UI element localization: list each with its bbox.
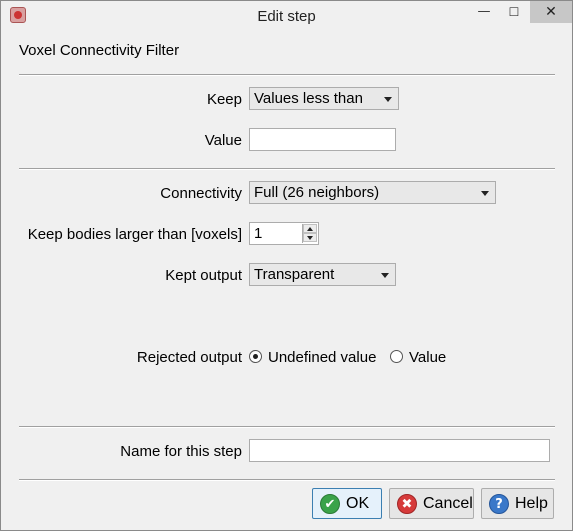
kept-output-label: Kept output: [165, 267, 242, 284]
filter-title: Voxel Connectivity Filter: [19, 42, 180, 59]
separator: [19, 74, 555, 76]
kept-output-select[interactable]: Transparent: [249, 263, 396, 286]
spinner-up-icon[interactable]: [303, 224, 317, 233]
chevron-down-icon: [481, 191, 489, 196]
help-button[interactable]: ? Help: [481, 488, 554, 519]
maximize-button[interactable]: ☐: [501, 1, 527, 23]
check-icon: ✔: [320, 494, 340, 514]
edit-step-dialog: Edit step — ☐ ✕ Voxel Connectivity Filte…: [0, 0, 573, 531]
kept-output-select-value: Transparent: [254, 266, 335, 283]
spinner-down-icon[interactable]: [303, 233, 317, 242]
separator: [19, 168, 555, 170]
title-bar[interactable]: Edit step — ☐ ✕: [1, 1, 572, 32]
chevron-down-icon: [384, 97, 392, 102]
connectivity-select-value: Full (26 neighbors): [254, 184, 380, 201]
radio-value[interactable]: [390, 350, 403, 363]
keep-select[interactable]: Values less than: [249, 87, 399, 110]
cancel-icon: ✖: [397, 494, 417, 514]
min-size-value: 1: [254, 225, 263, 242]
chevron-down-icon: [381, 273, 389, 278]
connectivity-label: Connectivity: [160, 185, 242, 202]
min-size-spinner[interactable]: 1: [249, 222, 319, 245]
step-name-input[interactable]: [249, 439, 550, 462]
radio-value-label[interactable]: Value: [409, 349, 446, 366]
keep-label: Keep: [206, 91, 242, 108]
separator: [19, 479, 555, 481]
cancel-button[interactable]: ✖ Cancel: [389, 488, 474, 519]
close-button[interactable]: ✕: [530, 1, 572, 23]
step-name-label: Name for this step: [120, 443, 242, 460]
minimize-button[interactable]: —: [471, 1, 497, 23]
spinner-buttons: [302, 224, 317, 243]
rejected-output-label: Rejected output: [136, 349, 242, 366]
radio-undefined-value-label[interactable]: Undefined value: [268, 349, 376, 366]
keep-select-value: Values less than: [254, 90, 363, 107]
ok-button-label: OK: [346, 495, 370, 512]
dialog-content: Voxel Connectivity Filter Keep Values le…: [1, 32, 572, 530]
separator: [19, 426, 555, 428]
value-label: Value: [204, 132, 242, 149]
min-size-label: Keep bodies larger than [voxels]: [27, 226, 242, 243]
help-button-label: Help: [515, 495, 548, 512]
cancel-button-label: Cancel: [423, 495, 473, 512]
help-icon: ?: [489, 494, 509, 514]
ok-button[interactable]: ✔ OK: [312, 488, 382, 519]
radio-undefined-value[interactable]: [249, 350, 262, 363]
value-input[interactable]: [249, 128, 396, 151]
connectivity-select[interactable]: Full (26 neighbors): [249, 181, 496, 204]
